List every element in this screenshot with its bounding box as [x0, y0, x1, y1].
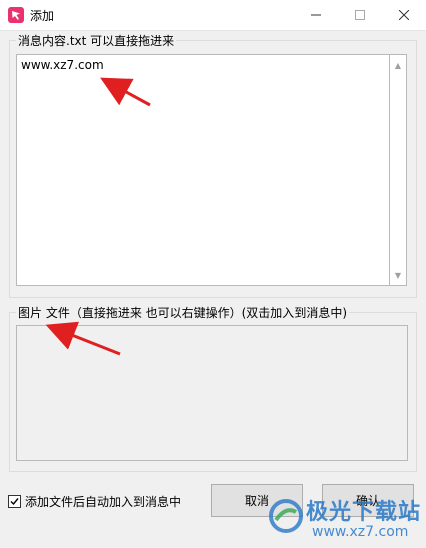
window-title: 添加	[30, 9, 55, 23]
watermark-sub-text: www.xz7.com	[312, 524, 409, 540]
maximize-icon	[355, 10, 365, 20]
message-scrollbar[interactable]: ▲ ▼	[390, 54, 407, 286]
checkmark-icon	[10, 498, 19, 506]
maximize-button[interactable]	[338, 0, 382, 30]
auto-add-checkbox[interactable]	[8, 495, 21, 508]
title-bar: 添加	[0, 0, 426, 31]
close-icon	[399, 10, 409, 20]
close-button[interactable]	[382, 0, 426, 30]
minimize-icon	[311, 14, 321, 16]
files-listbox[interactable]	[16, 325, 408, 461]
auto-add-checkbox-row[interactable]: 添加文件后自动加入到消息中	[8, 493, 181, 510]
minimize-button[interactable]	[294, 0, 338, 30]
files-group-label: 图片 文件（直接拖进来 也可以右键操作）(双击加入到消息中)	[16, 304, 349, 321]
ok-button[interactable]: 确认	[322, 484, 414, 517]
cancel-button[interactable]: 取消	[211, 484, 303, 517]
scroll-down-icon[interactable]: ▼	[390, 267, 406, 283]
auto-add-label: 添加文件后自动加入到消息中	[25, 495, 182, 509]
app-logo-icon	[8, 7, 24, 23]
message-content-textarea[interactable]: www.xz7.com	[16, 54, 390, 286]
scroll-up-icon[interactable]: ▲	[390, 57, 406, 73]
message-content-label: 消息内容.txt 可以直接拖进来	[16, 32, 177, 49]
